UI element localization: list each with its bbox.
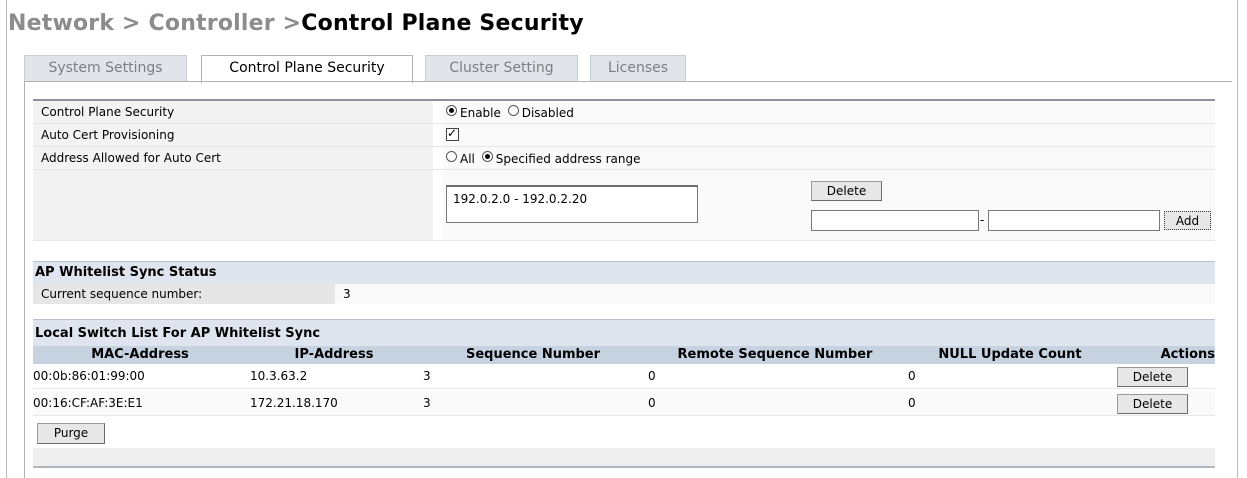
row-seq: 3 [423, 396, 431, 410]
cps-enable-label: Enable [460, 106, 501, 120]
range-delete-button[interactable]: Delete [811, 181, 882, 201]
switch-list-header: Local Switch List For AP Whitelist Sync [33, 319, 1215, 346]
row-address-allowed: Address Allowed for Auto Cert All Specif… [33, 147, 1215, 170]
tab-cluster-setting[interactable]: Cluster Setting [425, 55, 578, 81]
col-ip-address: IP-Address [294, 347, 374, 362]
cps-value: Enable Disabled [443, 101, 1215, 123]
row-delete-button[interactable]: Delete [1117, 367, 1188, 387]
row-delete-button[interactable]: Delete [1117, 394, 1188, 414]
address-range-item[interactable]: 192.0.2.0 - 192.0.2.20 [453, 192, 587, 206]
row-ip: 172.21.18.170 [250, 396, 338, 410]
cps-disable-label: Disabled [521, 106, 574, 120]
tab-system-settings[interactable]: System Settings [24, 55, 187, 81]
col-mac-address: MAC-Address [91, 347, 189, 362]
auto-cert-label: Auto Cert Provisioning [33, 124, 433, 146]
table-row: 00:0b:86:01:99:00 10.3.63.2 3 0 0 Delete [33, 364, 1215, 389]
range-separator: - [980, 213, 985, 227]
sequence-row: Current sequence number: 3 [33, 284, 1215, 304]
row-remote-seq: 0 [648, 369, 656, 383]
table-footer [33, 448, 1215, 468]
row-seq: 3 [423, 369, 431, 383]
addr-value: All Specified address range [443, 147, 1215, 169]
col-sequence-number: Sequence Number [465, 347, 601, 362]
page-title: Network > Controller >Control Plane Secu… [8, 11, 584, 36]
addr-all-radio[interactable] [446, 151, 457, 162]
tab-control-plane-security[interactable]: Control Plane Security [201, 55, 413, 83]
whitelist-status-header: AP Whitelist Sync Status [33, 261, 1215, 284]
row-mac: 00:16:CF:AF:3E:E1 [33, 396, 143, 410]
range-end-input[interactable] [988, 210, 1160, 231]
row-null-count: 0 [908, 396, 916, 410]
sequence-value: 3 [343, 287, 351, 301]
range-value: 192.0.2.0 - 192.0.2.20 Delete - Add [443, 170, 1215, 240]
addr-specified-label: Specified address range [495, 152, 641, 166]
breadcrumb-current: Control Plane Security [301, 11, 584, 36]
col-remote-sequence-number: Remote Sequence Number [677, 347, 873, 362]
row-remote-seq: 0 [648, 396, 656, 410]
auto-cert-value [443, 124, 1215, 146]
range-label-empty [33, 170, 433, 240]
breadcrumb-network[interactable]: Network > [8, 11, 149, 36]
sequence-label: Current sequence number: [33, 284, 335, 304]
row-auto-cert: Auto Cert Provisioning [33, 124, 1215, 147]
cps-enable-radio[interactable] [446, 105, 457, 116]
row-mac: 00:0b:86:01:99:00 [33, 369, 145, 383]
settings-table: Control Plane Security Enable Disabled A… [33, 99, 1215, 241]
table-row: 00:16:CF:AF:3E:E1 172.21.18.170 3 0 0 De… [33, 391, 1215, 416]
row-control-plane-security: Control Plane Security Enable Disabled [33, 101, 1215, 124]
row-null-count: 0 [908, 369, 916, 383]
auto-cert-checkbox[interactable] [446, 126, 459, 141]
row-ip: 10.3.63.2 [250, 369, 308, 383]
row-address-range: 192.0.2.0 - 192.0.2.20 Delete - Add [33, 170, 1215, 241]
col-null-update-count: NULL Update Count [938, 347, 1082, 362]
tab-licenses[interactable]: Licenses [590, 55, 686, 81]
col-actions: Actions [1160, 347, 1215, 362]
breadcrumb-controller[interactable]: Controller > [149, 11, 302, 36]
addr-label: Address Allowed for Auto Cert [33, 147, 433, 169]
purge-button[interactable]: Purge [37, 423, 105, 444]
range-add-button[interactable]: Add [1164, 211, 1211, 230]
address-range-list[interactable]: 192.0.2.0 - 192.0.2.20 [446, 185, 698, 223]
cps-disable-radio[interactable] [507, 105, 519, 116]
addr-specified-radio[interactable] [481, 151, 493, 162]
switch-table-header: MAC-Address IP-Address Sequence Number R… [33, 346, 1215, 364]
range-start-input[interactable] [811, 210, 979, 231]
cps-label: Control Plane Security [33, 101, 433, 123]
addr-all-label: All [460, 152, 475, 166]
